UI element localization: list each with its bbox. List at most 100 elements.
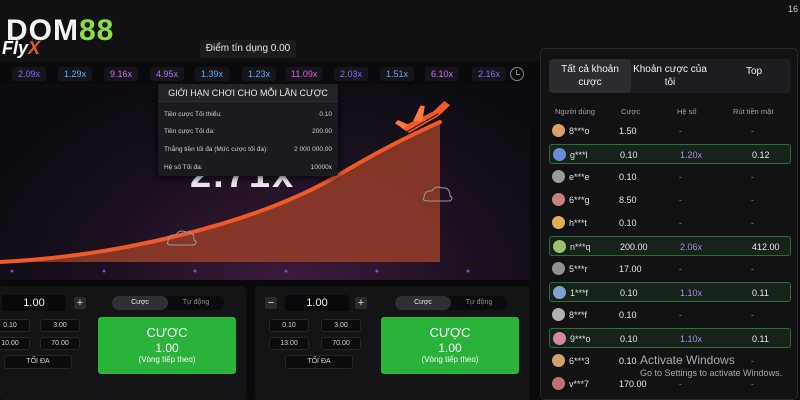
tab-all-bets[interactable]: Tất cả khoản cược — [549, 59, 631, 93]
quick-amount-4[interactable]: 70.00 — [40, 337, 80, 350]
history-chip: 1.39x — [195, 67, 230, 81]
history-chip: 2.09x — [12, 67, 47, 81]
mode-bet-tab[interactable]: Cược — [112, 296, 168, 310]
bet-cashout: 412.00 — [752, 242, 780, 252]
increase-button[interactable]: + — [355, 297, 367, 309]
bet-user: h***t — [569, 218, 588, 228]
mode-auto-tab[interactable]: Tự động — [451, 296, 507, 310]
bet-cashout: - — [751, 310, 754, 320]
bet-coefficient: 2.06x — [680, 242, 703, 252]
avatar — [552, 124, 565, 137]
history-clock-icon[interactable] — [510, 67, 524, 81]
max-bet-button[interactable]: TỐI ĐA — [4, 355, 72, 369]
bet-amount-input[interactable]: 1.00 — [2, 295, 66, 311]
history-chip: 11.09x — [285, 67, 324, 81]
bet-coefficient: 1.10x — [680, 334, 703, 344]
bet-row: 6***g 8.50 - - — [549, 190, 791, 210]
avatar — [553, 240, 566, 253]
axis-dots — [10, 269, 470, 273]
quick-amount-3[interactable]: 10.00 — [0, 337, 30, 350]
history-chip: 1.29x — [58, 67, 93, 81]
bet-coefficient: - — [679, 264, 682, 274]
bet-cashout: - — [751, 172, 754, 182]
avatar — [553, 332, 566, 345]
os-activation-watermark: Activate Windows Go to Settings to activ… — [640, 353, 782, 378]
avatar — [552, 354, 565, 367]
bet-button-note: (Vòng tiếp theo) — [421, 355, 479, 364]
bet-row: n***q 200.00 2.06x 412.00 — [549, 236, 791, 256]
mode-auto-tab[interactable]: Tự động — [168, 296, 224, 310]
game-logo-accent: X — [28, 38, 41, 58]
quick-amount-1[interactable]: 0.10 — [269, 319, 309, 332]
bet-mode-toggle[interactable]: Cược Tự động — [112, 296, 224, 310]
bet-amount-input[interactable]: 1.00 — [285, 295, 349, 311]
bet-cashout: - — [751, 218, 754, 228]
quick-amount-1[interactable]: 0.10 — [0, 319, 30, 332]
bet-button-amount: 1.00 — [155, 341, 179, 355]
increase-button[interactable]: + — [74, 297, 86, 309]
bet-cashout: - — [751, 195, 754, 205]
bet-button-label: CƯỢC — [429, 325, 471, 340]
tab-my-bets[interactable]: Khoản cược của tôi — [633, 59, 707, 93]
bet-cashout: - — [751, 264, 754, 274]
bet-amount: 1.50 — [619, 126, 637, 136]
col-user: Người dùng — [555, 107, 595, 116]
limit-row-max-win: Thắng tiền tối đa (Mức cược tối đa): 2 00… — [164, 146, 332, 153]
bet-row: e***e 0.10 - - — [549, 167, 791, 187]
avatar — [553, 148, 566, 161]
watermark-title: Activate Windows — [640, 353, 735, 367]
bet-user: 1***f — [570, 288, 589, 298]
bet-panel-1: Cược Tự động 1.00 + 0.10 3.00 10.00 70.0… — [0, 286, 246, 400]
bet-user: 6***g — [569, 195, 590, 205]
quick-amount-3[interactable]: 13.00 — [269, 337, 309, 350]
bet-user: g***l — [570, 150, 588, 160]
bet-amount: 0.10 — [620, 334, 638, 344]
bet-limits-popup: GIỚI HẠN CHƠI CHO MỖI LẦN CƯỢC Tiền cược… — [158, 84, 338, 176]
bet-amount: 0.10 — [619, 356, 637, 366]
bet-user: 5***r — [569, 264, 588, 274]
bet-mode-toggle[interactable]: Cược Tự động — [395, 296, 507, 310]
quick-amount-2[interactable]: 3.00 — [40, 319, 80, 332]
bets-table-header: Người dùng Cược Hệ số Rút tiền mặt — [541, 105, 799, 119]
bet-coefficient: - — [679, 126, 682, 136]
limits-title: GIỚI HẠN CHƠI CHO MỖI LẦN CƯỢC — [158, 84, 338, 102]
history-chip: 2.16x — [472, 67, 507, 81]
col-bet: Cược — [621, 107, 641, 116]
tab-top[interactable]: Top — [719, 59, 789, 93]
bet-amount: 0.10 — [619, 310, 637, 320]
bet-coefficient: - — [679, 195, 682, 205]
bets-tabs: Tất cả khoản cược Khoản cược của tôi Top — [549, 59, 791, 93]
bet-coefficient: 1.10x — [680, 288, 703, 298]
history-chip: 2.03x — [334, 67, 369, 81]
place-bet-button[interactable]: CƯỢC 1.00 (Vòng tiếp theo) — [98, 317, 236, 374]
quick-amount-4[interactable]: 70.00 — [321, 337, 361, 350]
clock-text: 16 — [787, 4, 798, 14]
bet-coefficient: - — [679, 218, 682, 228]
bet-button-note: (Vòng tiếp theo) — [138, 355, 196, 364]
bet-amount: 0.10 — [620, 150, 638, 160]
bet-user: v***7 — [569, 379, 590, 389]
bet-row: 8***o 1.50 - - — [549, 121, 791, 141]
col-coef: Hệ số — [677, 107, 697, 116]
place-bet-button[interactable]: CƯỢC 1.00 (Vòng tiếp theo) — [381, 317, 519, 374]
bet-amount: 200.00 — [620, 242, 648, 252]
bet-amount: 0.10 — [619, 172, 637, 182]
mode-bet-tab[interactable]: Cược — [395, 296, 451, 310]
bet-amount: 8.50 — [619, 195, 637, 205]
quick-amount-2[interactable]: 3.00 — [321, 319, 361, 332]
col-cashout: Rút tiền mặt — [733, 107, 774, 116]
bet-row: h***t 0.10 - - — [549, 213, 791, 233]
credit-balance: Điểm tín dụng 0.00 — [200, 40, 296, 58]
decrease-button[interactable]: − — [265, 297, 277, 309]
bet-coefficient: - — [679, 172, 682, 182]
avatar — [552, 170, 565, 183]
history-chip: 6.10x — [425, 67, 460, 81]
max-bet-button[interactable]: TỐI ĐA — [285, 355, 353, 369]
history-chip: 9.16x — [104, 67, 139, 81]
bet-cashout: 0.12 — [752, 150, 770, 160]
bet-cashout: 0.11 — [752, 334, 769, 344]
limit-row-max: Tiền cược Tối đa: 200.00 — [164, 128, 332, 135]
avatar — [552, 377, 565, 390]
bet-row: 1***f 0.10 1.10x 0.11 — [549, 282, 791, 302]
bet-user: 6***3 — [569, 356, 590, 366]
